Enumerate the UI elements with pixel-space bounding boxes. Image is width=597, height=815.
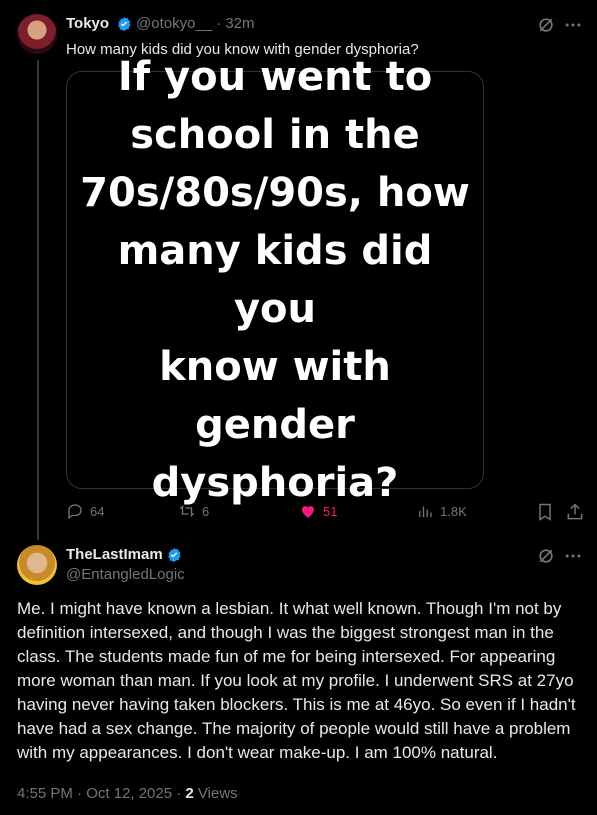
avatar-thelastimam[interactable]: [17, 545, 57, 585]
heart-icon: [302, 506, 314, 518]
reply-views-count: 2: [185, 785, 194, 802]
reply-icon: [68, 504, 82, 520]
author-name[interactable]: Tokyo: [66, 15, 109, 32]
author-handle[interactable]: @otokyo__: [136, 15, 212, 32]
reply-button[interactable]: 64: [66, 502, 104, 520]
views-count: 1.8K: [440, 503, 467, 519]
reply-author-name[interactable]: TheLastImam: [66, 546, 163, 563]
bookmark-icon[interactable]: [535, 502, 555, 527]
views-button[interactable]: 1.8K: [416, 502, 467, 520]
share-icon[interactable]: [565, 502, 585, 527]
grok-icon[interactable]: [536, 546, 556, 571]
reply-meta: 4:55 PM · Oct 12, 2025 · 2 Views: [17, 785, 238, 802]
verified-icon: [167, 547, 181, 562]
more-icon[interactable]: [563, 15, 583, 40]
reply-handle[interactable]: @EntangledLogic: [66, 566, 185, 583]
thread-line: [37, 60, 39, 540]
like-button[interactable]: 51: [299, 502, 337, 520]
grok-icon[interactable]: [536, 15, 556, 40]
image-text: If you went to school in the 70s/80s/90s…: [80, 54, 470, 506]
like-count: 51: [323, 503, 338, 519]
repost-button[interactable]: 6: [178, 502, 209, 520]
reply-header: TheLastImam: [66, 546, 182, 563]
reply-text: Me. I might have known a lesbian. It wha…: [17, 599, 576, 762]
tweet-time[interactable]: · 32m: [216, 15, 254, 32]
verified-icon: [118, 16, 131, 31]
tweet-header: Tokyo @otokyo__ · 32m: [66, 15, 255, 32]
views-icon: [419, 506, 432, 517]
avatar-tokyo[interactable]: [17, 14, 57, 54]
reply-count: 64: [90, 503, 105, 519]
reply-timestamp[interactable]: 4:55 PM · Oct 12, 2025 ·: [17, 785, 185, 802]
tweet-image[interactable]: If you went to school in the 70s/80s/90s…: [66, 54, 484, 506]
reply-views-label: Views: [193, 785, 238, 802]
repost-count: 6: [202, 503, 210, 519]
repost-icon: [179, 505, 195, 517]
more-icon[interactable]: [563, 546, 583, 571]
